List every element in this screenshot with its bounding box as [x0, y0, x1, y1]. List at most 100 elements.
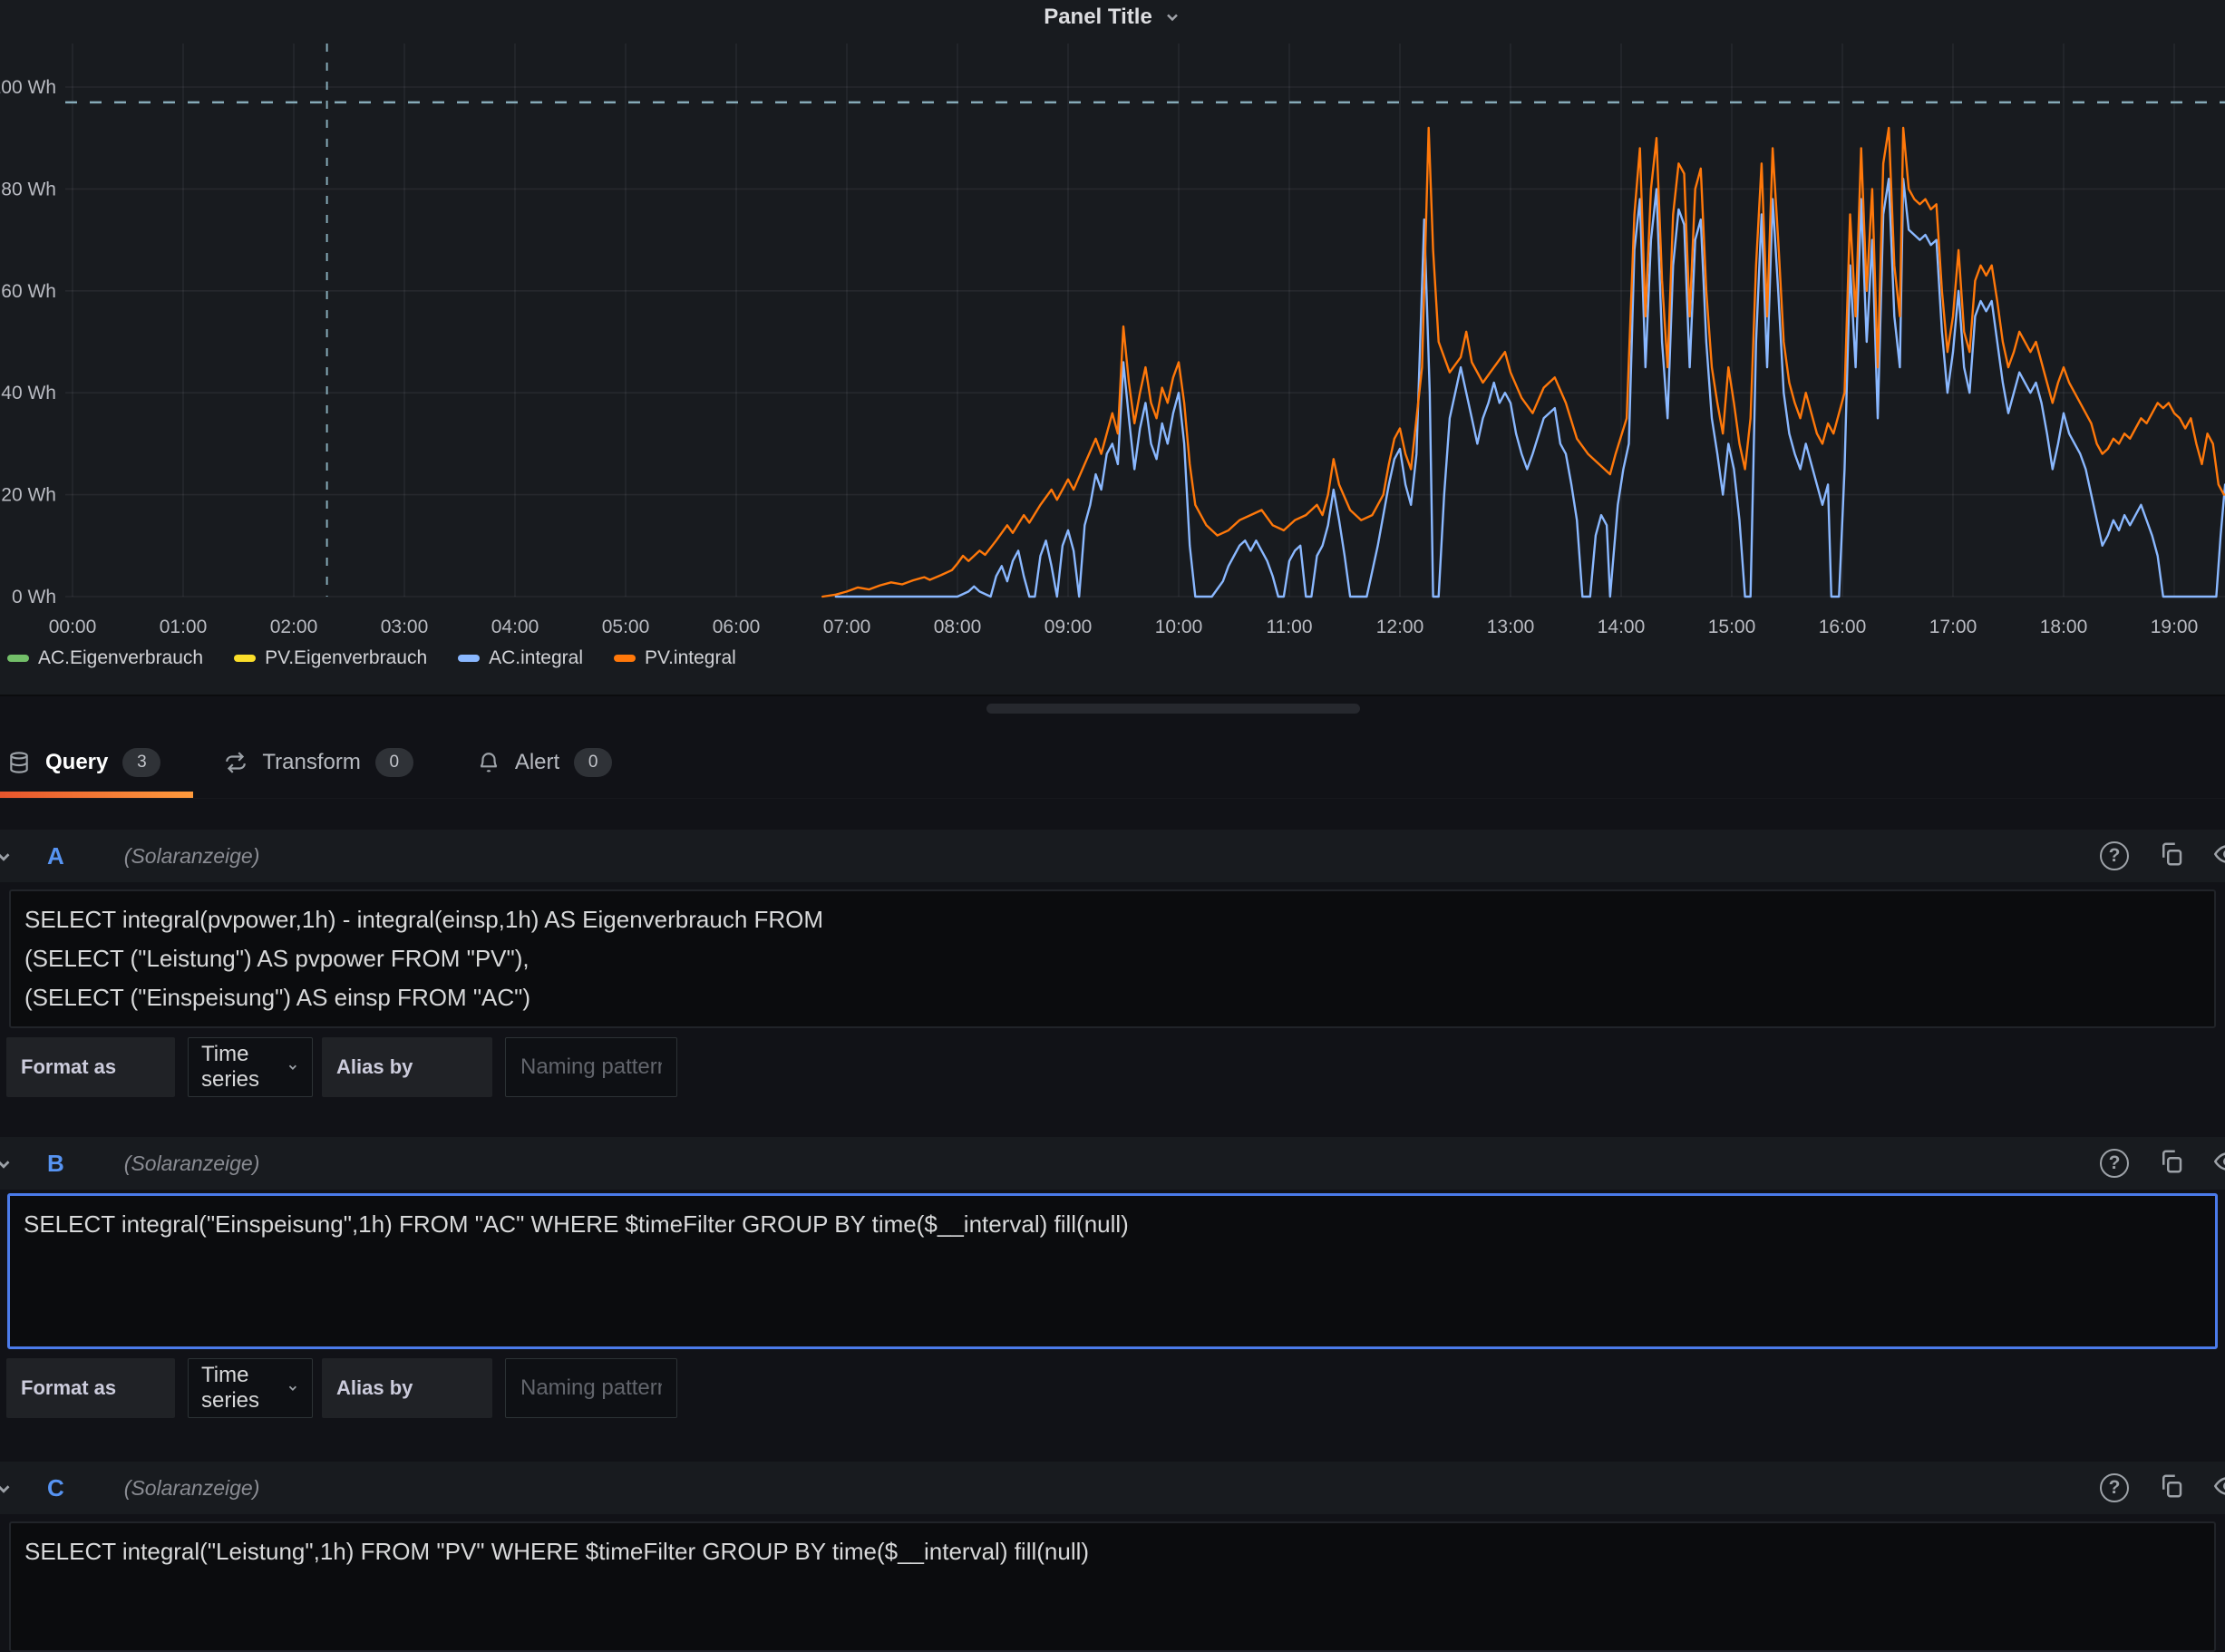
query-a-options-row: Format as Time series Alias by — [6, 1037, 2225, 1097]
x-tick-label: 18:00 — [2040, 617, 2088, 637]
legend-item-PV.integral[interactable]: PV.integral — [614, 647, 736, 669]
x-tick-label: 07:00 — [823, 617, 871, 637]
naming-pattern-input[interactable] — [519, 1054, 664, 1081]
time-series-chart[interactable]: 00:0001:0002:0003:0004:0005:0006:0007:00… — [0, 0, 2225, 695]
y-tick-label: 60 Wh — [1, 281, 56, 302]
legend-item-AC.Eigenverbrauch[interactable]: AC.Eigenverbrauch — [7, 647, 203, 669]
legend-label: PV.integral — [645, 647, 736, 669]
y-tick-label: 40 Wh — [1, 383, 56, 403]
copy-icon[interactable] — [2158, 1472, 2185, 1504]
x-tick-label: 08:00 — [934, 617, 982, 637]
x-tick-label: 13:00 — [1487, 617, 1535, 637]
x-tick-label: 02:00 — [270, 617, 318, 637]
sql-line: SELECT integral("Einspeisung",1h) FROM "… — [24, 1205, 2215, 1244]
x-tick-label: 06:00 — [713, 617, 761, 637]
sql-line: SELECT integral(pvpower,1h) - integral(e… — [24, 900, 2214, 939]
query-a-datasource: (Solaranzeige) — [124, 844, 260, 869]
query-a-actions: ? — [2100, 841, 2225, 872]
query-c-refid: C — [47, 1474, 64, 1502]
tab-transform-label: Transform — [262, 750, 360, 775]
x-tick-label: 01:00 — [160, 617, 208, 637]
series-line-PV.integral — [822, 128, 2224, 597]
x-tick-label: 09:00 — [1044, 617, 1093, 637]
query-c-actions: ? — [2100, 1472, 2225, 1504]
chevron-down-icon — [287, 1059, 299, 1075]
legend-swatch — [234, 655, 256, 662]
format-as-value: Time series — [201, 1363, 287, 1414]
x-tick-label: 14:00 — [1598, 617, 1646, 637]
query-c-header[interactable]: C (Solaranzeige) ? — [0, 1462, 2225, 1514]
format-as-select[interactable]: Time series — [188, 1037, 313, 1097]
collapse-chevron-icon[interactable] — [0, 1154, 14, 1179]
query-b-refid: B — [47, 1150, 64, 1178]
query-c-datasource: (Solaranzeige) — [124, 1476, 260, 1501]
y-tick-label: 0 Wh — [12, 587, 56, 607]
panel-header[interactable]: Panel Title — [0, 0, 2225, 34]
series-line-AC.integral — [836, 179, 2225, 597]
chart-legend: AC.Eigenverbrauch PV.Eigenverbrauch AC.int… — [7, 647, 736, 669]
panel-resize-strip — [0, 696, 2225, 727]
query-row-c: C (Solaranzeige) ? SELECT integral("Leis… — [0, 1462, 2225, 1652]
legend-label: AC.integral — [489, 647, 583, 669]
chevron-down-icon — [1163, 8, 1181, 26]
collapse-chevron-icon[interactable] — [0, 847, 14, 871]
query-a-header[interactable]: A (Solaranzeige) ? — [0, 830, 2225, 882]
collapse-chevron-icon[interactable] — [0, 1479, 14, 1503]
tab-alert[interactable]: Alert 0 — [477, 727, 612, 798]
legend-label: AC.Eigenverbrauch — [38, 647, 203, 669]
tab-alert-count: 0 — [574, 748, 612, 777]
transform-icon — [224, 751, 248, 774]
tab-transform-count: 0 — [375, 748, 413, 777]
legend-swatch — [614, 655, 636, 662]
y-tick-label: 20 Wh — [1, 485, 56, 506]
x-tick-label: 11:00 — [1267, 617, 1313, 637]
chevron-down-icon — [287, 1380, 299, 1396]
help-icon[interactable]: ? — [2100, 1149, 2129, 1178]
database-icon — [7, 751, 31, 774]
x-tick-label: 19:00 — [2151, 617, 2199, 637]
tab-transform[interactable]: Transform 0 — [224, 727, 413, 798]
legend-label: PV.Eigenverbrauch — [265, 647, 427, 669]
help-icon[interactable]: ? — [2100, 1473, 2129, 1502]
query-b-datasource: (Solaranzeige) — [124, 1152, 260, 1176]
eye-icon[interactable] — [2214, 1148, 2225, 1180]
query-b-actions: ? — [2100, 1148, 2225, 1180]
query-b-sql-editor[interactable]: SELECT integral("Einspeisung",1h) FROM "… — [7, 1193, 2218, 1349]
alias-by-label: Alias by — [322, 1037, 492, 1097]
tab-query-label: Query — [45, 750, 108, 775]
legend-swatch — [458, 655, 480, 662]
sql-line: (SELECT ("Leistung") AS pvpower FROM "PV… — [24, 939, 2214, 978]
resize-drag-handle[interactable] — [986, 704, 1360, 714]
alias-by-label: Alias by — [322, 1358, 492, 1418]
help-icon[interactable]: ? — [2100, 841, 2129, 870]
format-as-label: Format as — [6, 1037, 175, 1097]
eye-icon[interactable] — [2214, 1472, 2225, 1504]
x-tick-label: 16:00 — [1819, 617, 1867, 637]
query-a-sql-editor[interactable]: SELECT integral(pvpower,1h) - integral(e… — [9, 889, 2216, 1028]
eye-icon[interactable] — [2214, 841, 2225, 872]
format-as-label: Format as — [6, 1358, 175, 1418]
query-b-header[interactable]: B (Solaranzeige) ? — [0, 1137, 2225, 1190]
tab-query[interactable]: Query 3 — [7, 727, 160, 798]
x-tick-label: 10:00 — [1155, 617, 1203, 637]
panel-title: Panel Title — [1044, 5, 1152, 30]
copy-icon[interactable] — [2158, 1148, 2185, 1180]
query-row-a: A (Solaranzeige) ? SELECT integral(pvpow… — [0, 830, 2225, 1097]
query-row-b: B (Solaranzeige) ? SELECT integral("Eins… — [0, 1137, 2225, 1418]
tab-query-count: 3 — [122, 748, 160, 777]
bell-icon — [477, 751, 500, 774]
y-tick-label: 100 Wh — [0, 77, 56, 98]
query-a-refid: A — [47, 842, 64, 870]
naming-pattern-field — [505, 1037, 677, 1097]
query-c-sql-editor[interactable]: SELECT integral("Leistung",1h) FROM "PV"… — [9, 1521, 2216, 1652]
naming-pattern-field — [505, 1358, 677, 1418]
copy-icon[interactable] — [2158, 841, 2185, 872]
x-tick-label: 17:00 — [1929, 617, 1977, 637]
tab-alert-label: Alert — [515, 750, 559, 775]
format-as-select[interactable]: Time series — [188, 1358, 313, 1418]
x-tick-label: 03:00 — [381, 617, 429, 637]
x-tick-label: 04:00 — [491, 617, 539, 637]
legend-item-AC.integral[interactable]: AC.integral — [458, 647, 583, 669]
legend-item-PV.Eigenverbrauch[interactable]: PV.Eigenverbrauch — [234, 647, 427, 669]
naming-pattern-input[interactable] — [519, 1375, 664, 1402]
